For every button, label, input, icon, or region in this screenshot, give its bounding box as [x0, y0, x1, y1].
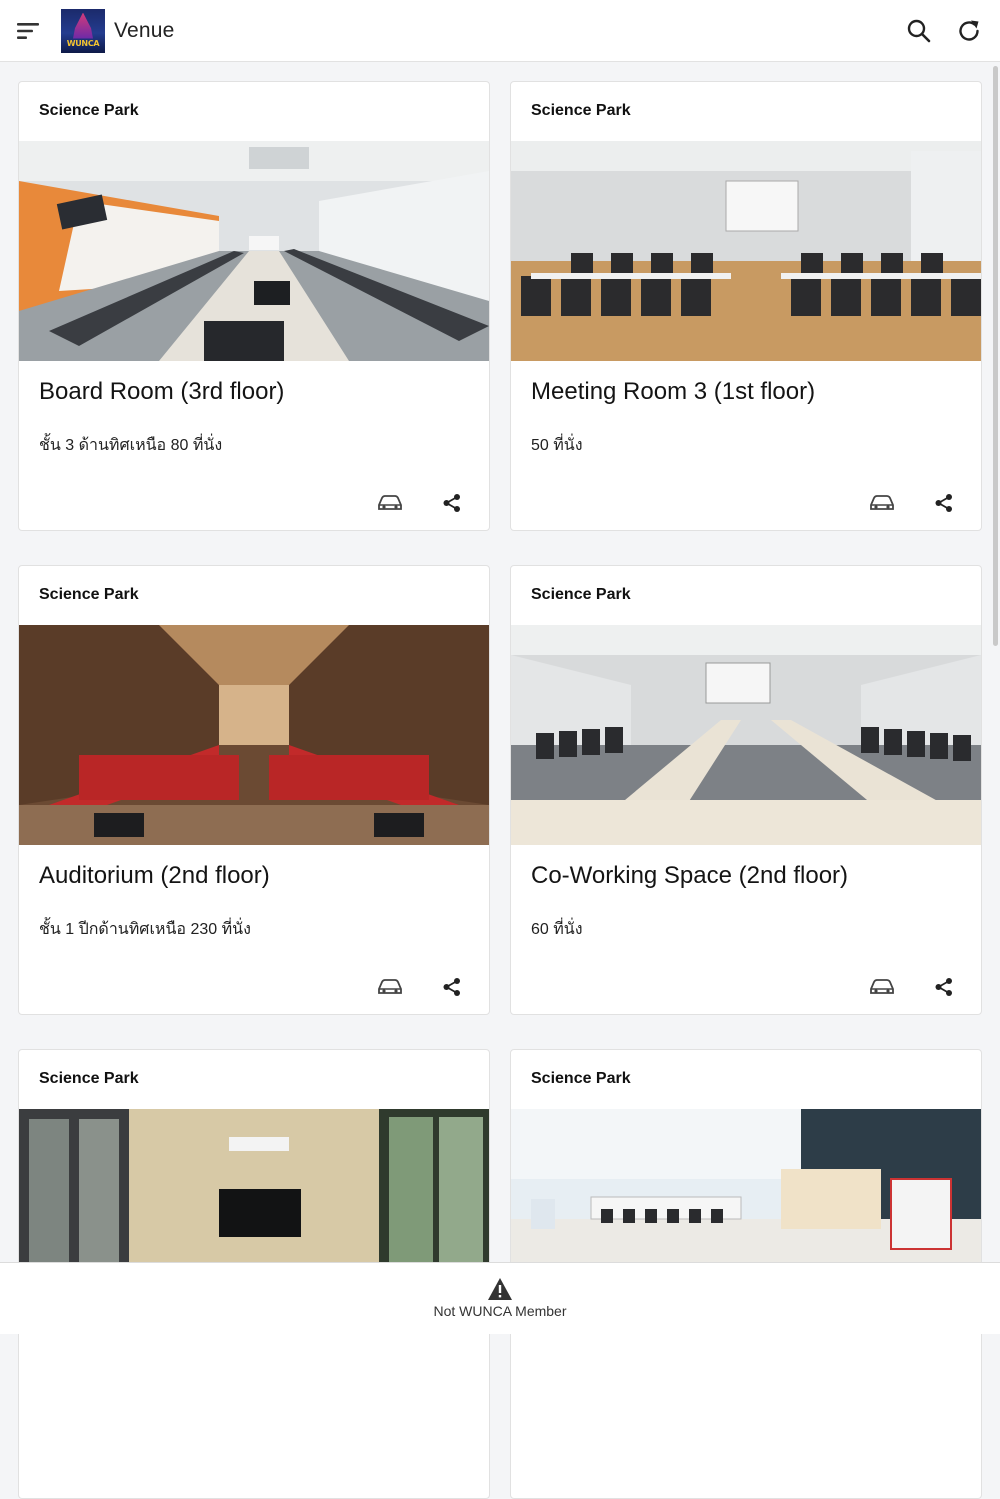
- venue-description: ชั้น 1 ปีกด้านทิศเหนือ 230 ที่นั่ง: [39, 921, 251, 938]
- venue-name: Co-Working Space (2nd floor): [531, 862, 849, 889]
- refresh-icon: [959, 20, 979, 41]
- venue-category: Science Park: [39, 102, 139, 119]
- menu-button[interactable]: [0, 0, 58, 62]
- venue-category: Science Park: [531, 586, 631, 603]
- car-icon: [870, 495, 894, 510]
- venue-description: 60 ที่นั่ง: [531, 921, 583, 938]
- venue-category: Science Park: [531, 1070, 631, 1087]
- car-icon: [378, 495, 402, 510]
- wunca-logo: WUNCA: [61, 8, 105, 53]
- scrollbar[interactable]: [993, 66, 998, 646]
- membership-bar[interactable]: Not WUNCA Member: [0, 1262, 1000, 1334]
- warning-icon: [488, 1278, 512, 1300]
- share-icon: [443, 494, 460, 512]
- venue-description: 50 ที่นั่ง: [531, 437, 583, 454]
- directions-button[interactable]: [375, 972, 405, 1002]
- directions-button[interactable]: [375, 488, 405, 518]
- app-bar: WUNCA Venue: [0, 0, 1000, 62]
- share-button[interactable]: [437, 488, 467, 518]
- share-button[interactable]: [929, 488, 959, 518]
- car-icon: [870, 979, 894, 994]
- venue-category: Science Park: [39, 586, 139, 603]
- venue-photo[interactable]: [19, 625, 489, 845]
- venue-photo[interactable]: [19, 141, 489, 361]
- venue-category: Science Park: [531, 102, 631, 119]
- page-title: Venue: [114, 18, 175, 42]
- share-button[interactable]: [437, 972, 467, 1002]
- venue-photo[interactable]: [511, 625, 981, 845]
- car-icon: [378, 979, 402, 994]
- directions-button[interactable]: [867, 972, 897, 1002]
- refresh-button[interactable]: [944, 0, 994, 62]
- venue-card[interactable]: Science Park Meeting Room 3 (1st floor) …: [510, 81, 982, 531]
- membership-status-label: Not WUNCA Member: [433, 1303, 567, 1319]
- share-icon: [443, 978, 460, 996]
- venue-description: ชั้น 3 ด้านทิศเหนือ 80 ที่นั่ง: [39, 437, 223, 454]
- venue-card[interactable]: Science Park Auditorium (2nd floor) ชั้น…: [18, 565, 490, 1015]
- venue-card[interactable]: Science Park Co-Working Space (2nd floor…: [510, 565, 982, 1015]
- search-button[interactable]: [894, 0, 944, 62]
- share-icon: [935, 978, 952, 996]
- venue-name: Meeting Room 3 (1st floor): [531, 378, 816, 405]
- venue-photo[interactable]: [511, 141, 981, 361]
- venue-name: Auditorium (2nd floor): [39, 862, 270, 889]
- search-icon: [907, 19, 931, 42]
- venue-category: Science Park: [39, 1070, 139, 1087]
- share-icon: [935, 494, 952, 512]
- venue-card[interactable]: Science Park Board Room (3rd floor) ชั้น…: [18, 81, 490, 531]
- share-button[interactable]: [929, 972, 959, 1002]
- venue-name: Board Room (3rd floor): [39, 378, 285, 405]
- directions-button[interactable]: [867, 488, 897, 518]
- menu-icon: [17, 22, 39, 39]
